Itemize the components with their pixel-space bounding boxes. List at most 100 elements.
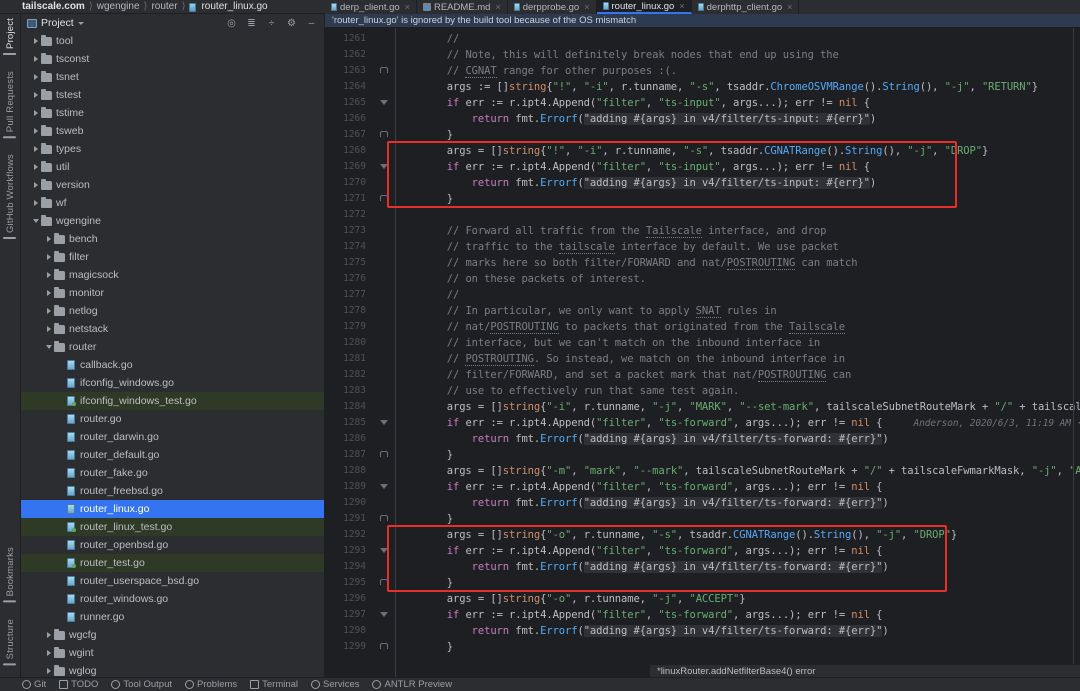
chevron-down-icon[interactable] [43, 345, 54, 349]
bottom-bar-item[interactable]: TODO [59, 679, 98, 690]
tree-folder[interactable]: magicsock [21, 266, 324, 284]
fold-toggle-icon[interactable] [380, 67, 388, 73]
code-line[interactable]: return fmt.Errorf("adding #{args} in v4/… [397, 623, 1080, 639]
editor-tab[interactable]: derp_client.go × [325, 0, 417, 14]
tree-file[interactable]: ifconfig_windows_test.go [21, 392, 324, 410]
code-line[interactable]: if err := r.ipt4.Append("filter", "ts-fo… [397, 543, 1080, 559]
chevron-right-icon[interactable] [30, 182, 41, 188]
code-line[interactable]: if err := r.ipt4.Append("filter", "ts-fo… [397, 415, 1080, 431]
tree-folder[interactable]: wglog [21, 662, 324, 677]
code-line[interactable]: args = []string{"-i", r.tunname, "-j", "… [397, 399, 1080, 415]
code-line[interactable]: // [397, 287, 1080, 303]
code-line[interactable] [397, 207, 1080, 223]
tree-file[interactable]: router_userspace_bsd.go [21, 572, 324, 590]
editor-tab[interactable]: router_linux.go × [596, 0, 692, 14]
tree-file[interactable]: router_test.go [21, 554, 324, 572]
code-line[interactable]: return fmt.Errorf("adding #{args} in v4/… [397, 495, 1080, 511]
bottom-tool-bar[interactable]: Git TODO Tool Output Problems Terminal Servic… [0, 677, 1080, 691]
tree-folder[interactable]: tsconst [21, 50, 324, 68]
tree-folder[interactable]: tsnet [21, 68, 324, 86]
fold-toggle-icon[interactable] [380, 100, 388, 105]
chevron-right-icon[interactable] [30, 56, 41, 62]
tree-file[interactable]: callback.go [21, 356, 324, 374]
collapse-all-icon[interactable]: ÷ [266, 18, 277, 29]
tree-file[interactable]: router.go [21, 410, 324, 428]
expand-all-icon[interactable]: ≣ [246, 18, 257, 29]
breadcrumb-project[interactable]: tailscale.com [22, 1, 85, 12]
code-line[interactable]: if err := r.ipt4.Append("filter", "ts-fo… [397, 607, 1080, 623]
bottom-bar-item[interactable]: Services [311, 679, 359, 690]
code-content[interactable]: // // Note, this will definitely break n… [397, 28, 1080, 678]
chevron-right-icon[interactable] [43, 326, 54, 332]
code-line[interactable]: // filter/FORWARD, and set a packet mark… [397, 367, 1080, 383]
chevron-right-icon[interactable] [30, 200, 41, 206]
code-line[interactable]: // on these packets of interest. [397, 271, 1080, 287]
tree-folder[interactable]: filter [21, 248, 324, 266]
code-line[interactable]: args = []string{"-m", "mark", "--mark", … [397, 463, 1080, 479]
code-line[interactable]: return fmt.Errorf("adding #{args} in v4/… [397, 559, 1080, 575]
tree-file[interactable]: router_openbsd.go [21, 536, 324, 554]
editor-tab[interactable]: derphttp_client.go × [692, 0, 800, 14]
fold-toggle-icon[interactable] [380, 164, 388, 169]
rail-item-github-workflows[interactable]: GitHub Workflows [0, 150, 21, 251]
fold-toggle-icon[interactable] [380, 579, 388, 585]
tree-file[interactable]: router_linux_test.go [21, 518, 324, 536]
chevron-right-icon[interactable] [30, 146, 41, 152]
fold-toggle-icon[interactable] [380, 451, 388, 457]
code-line[interactable]: if err := r.ipt4.Append("filter", "ts-fo… [397, 479, 1080, 495]
rail-item-project[interactable]: Project [0, 14, 21, 67]
code-line[interactable]: // use to effectively run that same test… [397, 383, 1080, 399]
project-tree[interactable]: tool tsconst tsnet tstest tstime tsweb types ut… [21, 32, 324, 677]
code-line[interactable]: return fmt.Errorf("adding #{args} in v4/… [397, 111, 1080, 127]
tree-folder[interactable]: wgcfg [21, 626, 324, 644]
chevron-right-icon[interactable] [30, 74, 41, 80]
chevron-right-icon[interactable] [43, 308, 54, 314]
fold-toggle-icon[interactable] [380, 612, 388, 617]
code-line[interactable]: args := []string{"!", "-i", r.tunname, "… [397, 79, 1080, 95]
tree-file[interactable]: ifconfig_windows.go [21, 374, 324, 392]
code-line[interactable]: // In particular, we only want to apply … [397, 303, 1080, 319]
tree-file[interactable]: router_freebsd.go [21, 482, 324, 500]
tree-folder[interactable]: tool [21, 32, 324, 50]
code-line[interactable]: return fmt.Errorf("adding #{args} in v4/… [397, 175, 1080, 191]
close-icon[interactable]: × [405, 2, 410, 12]
tree-folder[interactable]: netstack [21, 320, 324, 338]
close-icon[interactable]: × [787, 2, 792, 12]
close-icon[interactable]: × [584, 2, 589, 12]
tree-folder[interactable]: tstest [21, 86, 324, 104]
code-line[interactable]: } [397, 127, 1080, 143]
rail-item-pull-requests[interactable]: Pull Requests [0, 67, 21, 150]
bottom-bar-item[interactable]: Problems [185, 679, 237, 690]
chevron-right-icon[interactable] [43, 290, 54, 296]
editor-scrollbar[interactable] [1073, 28, 1074, 678]
editor-tab[interactable]: README.md × [417, 0, 508, 14]
tree-folder[interactable]: tstime [21, 104, 324, 122]
rail-item-bookmarks[interactable]: Bookmarks [0, 543, 21, 614]
tree-folder[interactable]: router [21, 338, 324, 356]
close-icon[interactable]: × [679, 1, 684, 11]
chevron-right-icon[interactable] [43, 236, 54, 242]
tree-file[interactable]: router_linux.go [21, 500, 324, 518]
fold-toggle-icon[interactable] [380, 515, 388, 521]
code-line[interactable]: } [397, 511, 1080, 527]
code-line[interactable]: // CGNAT range for other purposes :(. [397, 63, 1080, 79]
code-line[interactable]: if err := r.ipt4.Append("filter", "ts-in… [397, 159, 1080, 175]
tree-folder[interactable]: wf [21, 194, 324, 212]
fold-toggle-icon[interactable] [380, 131, 388, 137]
breadcrumb[interactable]: tailscale.com ⟩ wgengine ⟩ router ⟩ rout… [0, 1, 268, 12]
code-line[interactable]: } [397, 447, 1080, 463]
chevron-right-icon[interactable] [43, 632, 54, 638]
fold-toggle-icon[interactable] [380, 420, 388, 425]
chevron-right-icon[interactable] [43, 668, 54, 674]
code-folding-gutter[interactable] [371, 28, 397, 678]
bottom-bar-item[interactable]: Terminal [250, 679, 298, 690]
chevron-down-icon[interactable] [77, 21, 84, 25]
rail-item-structure[interactable]: Structure [0, 615, 21, 677]
editor-tab-bar[interactable]: derp_client.go × README.md × derpprobe.go × ro… [325, 0, 1080, 14]
chevron-right-icon[interactable] [30, 92, 41, 98]
tree-folder[interactable]: util [21, 158, 324, 176]
code-line[interactable]: // nat/POSTROUTING to packets that origi… [397, 319, 1080, 335]
tree-file[interactable]: runner.go [21, 608, 324, 626]
code-line[interactable]: } [397, 639, 1080, 655]
code-line[interactable]: // interface, but we can't match on the … [397, 335, 1080, 351]
